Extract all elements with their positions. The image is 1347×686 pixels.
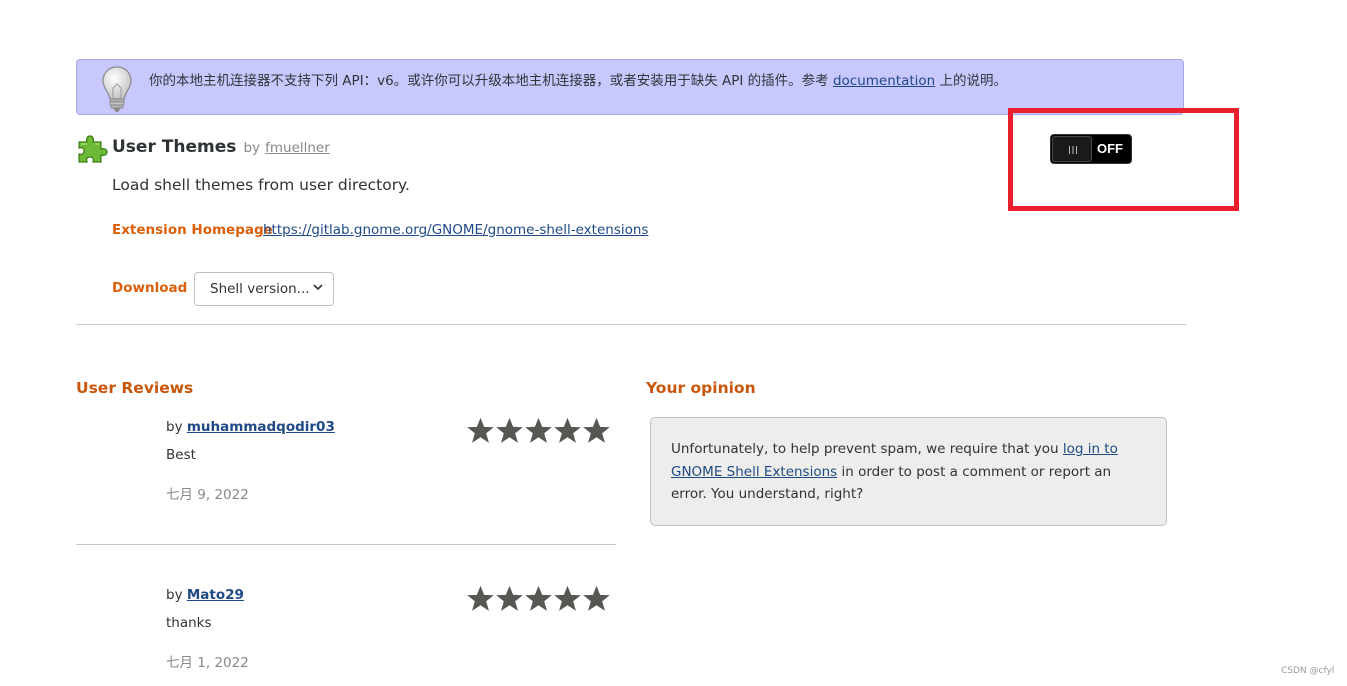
review-by-prefix: by [166,419,183,435]
star-icon [467,585,494,611]
review-author-link[interactable]: Mato29 [187,587,244,603]
review-rating-stars [466,416,611,446]
puzzle-piece-icon [78,135,108,163]
your-opinion-heading: Your opinion [646,379,756,397]
documentation-link[interactable]: documentation [833,73,935,89]
review-rating-stars [466,584,611,614]
star-icon [496,585,523,611]
star-icon [496,417,523,443]
opinion-text-before: Unfortunately, to help prevent spam, we … [671,441,1059,457]
watermark: CSDN @cfyl [1281,666,1335,676]
extension-name: User Themes [112,137,237,157]
lightbulb-icon [102,66,132,112]
red-highlight-box [1008,108,1239,211]
review-author-line: by Mato29 [166,587,244,603]
review-date: 七月 1, 2022 [166,655,249,671]
user-reviews-heading: User Reviews [76,379,194,397]
section-divider [76,324,1186,325]
notice-text-before: 你的本地主机连接器不支持下列 API：v6。或许你可以升级本地主机连接器，或者安… [149,73,829,89]
review-text: Best [166,447,196,463]
homepage-label: Extension Homepage [112,222,273,238]
notice-text-after: 上的说明。 [939,73,1008,89]
review-text: thanks [166,615,212,631]
star-icon [525,585,552,611]
star-icon [525,417,552,443]
extension-author-link[interactable]: fmuellner [265,140,330,156]
opinion-message: Unfortunately, to help prevent spam, we … [671,438,1149,506]
star-icon [583,417,610,443]
notice-message: 你的本地主机连接器不支持下列 API：v6。或许你可以升级本地主机连接器，或者安… [149,69,1007,89]
extension-description: Load shell themes from user directory. [112,176,410,194]
shell-version-value: Shell version... [210,281,310,297]
star-icon [467,417,494,443]
review-date: 七月 9, 2022 [166,487,249,503]
homepage-link[interactable]: https://gitlab.gnome.org/GNOME/gnome-she… [263,222,648,238]
review-divider [76,544,616,545]
opinion-notice-box: Unfortunately, to help prevent spam, we … [650,417,1167,526]
chevron-down-icon [313,284,323,291]
review-author-line: by muhammadqodir03 [166,419,335,435]
shell-version-select[interactable]: Shell version... [194,272,334,306]
review-by-prefix: by [166,587,183,603]
star-icon [554,417,581,443]
star-icon [583,585,610,611]
review-author-link[interactable]: muhammadqodir03 [187,419,335,435]
extension-title: User Themes by fmuellner [112,137,330,157]
author-by-prefix: by [243,140,261,156]
download-label: Download [112,280,188,296]
star-icon [554,585,581,611]
api-notice-bar: 你的本地主机连接器不支持下列 API：v6。或许你可以升级本地主机连接器，或者安… [76,59,1184,115]
